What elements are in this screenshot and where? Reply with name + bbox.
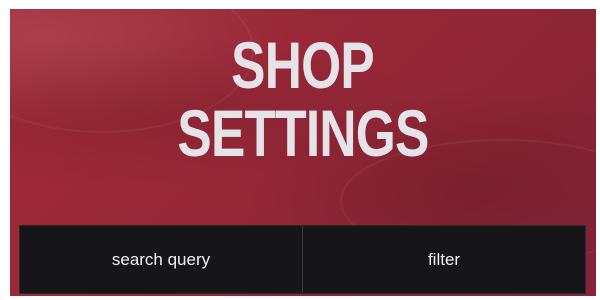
page-title: SHOP SETTINGS [10,31,596,167]
search-query-button[interactable]: search query [20,226,302,293]
title-line-1: SHOP [231,28,376,102]
hero-panel: SHOP SETTINGS search query filter [10,9,596,296]
action-bar: search query filter [19,225,586,294]
filter-button[interactable]: filter [303,226,585,293]
title-line-2: SETTINGS [177,96,429,170]
